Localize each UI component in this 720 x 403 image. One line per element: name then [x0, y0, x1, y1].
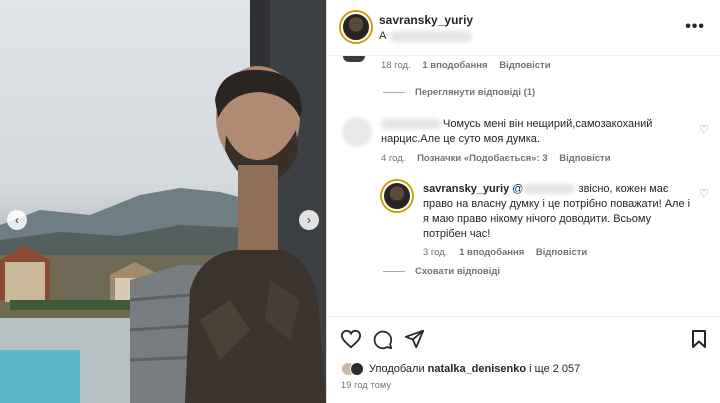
liked-by-user[interactable]: natalka_denisenko	[428, 363, 526, 375]
replies-dash	[383, 92, 405, 93]
post-header: savransky_yuriy А •••	[327, 0, 720, 56]
commenter-username-redacted[interactable]	[381, 119, 441, 130]
prev-comment-meta: 18 год. 1 вподобання Відповісти	[381, 60, 560, 71]
post-location[interactable]: А	[379, 30, 473, 42]
liker-avatar	[350, 362, 364, 376]
reply-mention[interactable]: @	[512, 183, 576, 195]
reply-reply-button[interactable]: Відповісти	[536, 247, 587, 258]
post-actions: Уподобали natalka_denisenko і ще 2 057 1…	[327, 316, 720, 403]
hide-replies-label: Сховати відповіді	[415, 266, 501, 277]
reply-time: 3 год.	[423, 247, 448, 258]
author-avatar[interactable]	[341, 12, 371, 42]
liked-by[interactable]: Уподобали natalka_denisenko і ще 2 057	[341, 362, 580, 376]
more-horizontal-icon[interactable]: •••	[685, 18, 705, 36]
view-replies-button[interactable]: Переглянути відповіді (1)	[383, 87, 535, 98]
reply-author-avatar[interactable]	[382, 181, 412, 211]
liked-by-suffix[interactable]: і ще 2 057	[529, 363, 580, 375]
comment-meta: 4 год. Позначки «Подобається»: 3 Відпові…	[381, 153, 620, 164]
bookmark-icon[interactable]	[691, 329, 707, 349]
reply-body: savransky_yuriy @ звісно, кожен має прав…	[423, 182, 695, 242]
comment-time: 4 год.	[381, 153, 406, 164]
chevron-left-icon: ‹	[15, 213, 19, 227]
photo-scene	[0, 0, 326, 403]
post-time-ago[interactable]: 19 год тому	[341, 380, 391, 390]
location-redacted	[390, 30, 473, 42]
post-photo[interactable]: ‹ ›	[0, 0, 326, 403]
heart-icon[interactable]	[340, 329, 362, 349]
prev-comment-time: 18 год.	[381, 60, 411, 71]
comment-likes[interactable]: Позначки «Подобається»: 3	[417, 153, 547, 164]
prev-comment-reply-button[interactable]: Відповісти	[499, 60, 550, 71]
comment-body: Чомусь мені він нещирий,самозакоханий на…	[381, 117, 663, 147]
comment-reply-button[interactable]: Відповісти	[559, 153, 610, 164]
liked-by-prefix: Уподобали	[369, 363, 425, 375]
share-icon[interactable]	[404, 329, 425, 349]
prev-comment-likes[interactable]: 1 вподобання	[422, 60, 487, 71]
author-username[interactable]: savransky_yuriy	[379, 13, 473, 27]
location-prefix: А	[379, 30, 387, 42]
hide-replies-button[interactable]: Сховати відповіді	[383, 266, 500, 277]
reply-heart-outline-icon[interactable]: ♡	[699, 187, 709, 200]
carousel-next-button[interactable]: ›	[299, 210, 319, 230]
commenter-avatar[interactable]	[342, 117, 372, 147]
heart-outline-icon[interactable]: ♡	[699, 123, 709, 136]
reply-likes[interactable]: 1 вподобання	[459, 247, 524, 258]
view-replies-label: Переглянути відповіді (1)	[415, 87, 536, 98]
chevron-right-icon: ›	[307, 213, 311, 227]
mention-redacted	[523, 184, 576, 195]
comment-icon[interactable]	[372, 329, 393, 350]
reply-author-username[interactable]: savransky_yuriy	[423, 183, 509, 195]
carousel-prev-button[interactable]: ‹	[7, 210, 27, 230]
reply-meta: 3 год. 1 вподобання Відповісти	[423, 247, 596, 258]
hide-replies-dash	[383, 271, 405, 272]
comments-pane: savransky_yuriy А ••• 18 год. 1 вподобан…	[326, 0, 720, 403]
prev-comment-avatar[interactable]	[343, 56, 365, 62]
